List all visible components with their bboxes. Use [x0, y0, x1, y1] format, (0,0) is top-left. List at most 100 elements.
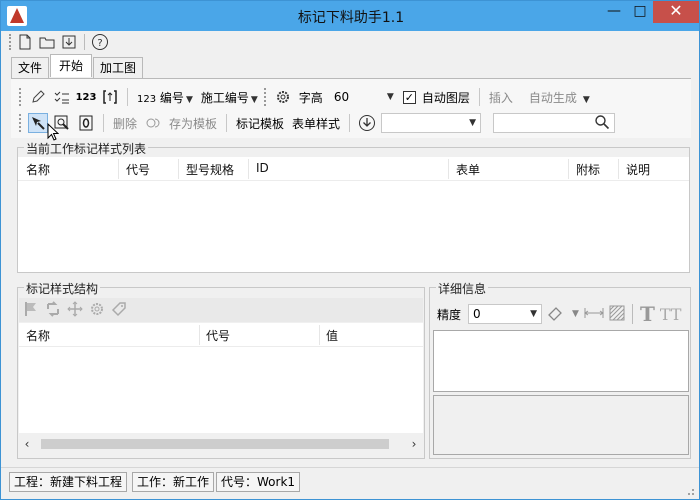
column-header-code[interactable]: 代号 — [206, 327, 230, 344]
move-icon[interactable] — [67, 300, 83, 320]
chevron-down-icon[interactable]: ▼ — [572, 309, 579, 319]
template-select[interactable]: ▼ — [381, 113, 482, 133]
ribbon-row-1: 123 123 编号 ▼ 施工编号 ▼ 字高 60 ▼ ✓ 自动图层 插入 自动生成… — [19, 85, 592, 109]
close-button[interactable]: ✕ — [653, 1, 699, 23]
scroll-right-icon[interactable]: › — [406, 435, 422, 453]
detail-text-area[interactable] — [433, 330, 689, 392]
tab-processing-drawing[interactable]: 加工图 — [93, 57, 144, 78]
number-button[interactable]: 123 编号 ▼ — [135, 89, 195, 106]
column-header-id[interactable]: ID — [256, 161, 269, 175]
column-header-name[interactable]: 名称 — [26, 161, 50, 178]
toolbar-grip[interactable] — [263, 88, 267, 106]
bracket-number-icon[interactable] — [100, 87, 120, 107]
toolbar-grip[interactable] — [19, 114, 22, 132]
text-size-icon[interactable]: TT — [660, 305, 682, 324]
main-window: 标记下料助手1.1 — □ ✕ ? 文件 开始 加工图 123 123 编号 ▼… — [0, 0, 700, 500]
tab-start[interactable]: 开始 — [50, 54, 93, 77]
gear-icon[interactable] — [273, 87, 293, 107]
zero-frame-icon[interactable] — [76, 113, 96, 133]
mark-template-button[interactable]: 标记模板 — [234, 115, 286, 132]
chevron-down-icon: ▼ — [582, 94, 590, 105]
pick-tool-icon[interactable] — [28, 113, 48, 133]
column-divider[interactable] — [199, 325, 200, 345]
column-divider[interactable] — [178, 159, 179, 179]
font-height-select[interactable]: 60 ▼ — [329, 87, 399, 107]
form-style-button[interactable]: 表单样式 — [290, 115, 342, 132]
new-file-icon[interactable] — [16, 33, 34, 51]
number-label: 编号 — [159, 90, 184, 105]
style-list-title: 当前工作标记样式列表 — [24, 140, 149, 157]
scrollbar-thumb[interactable] — [41, 439, 389, 449]
column-divider[interactable] — [319, 325, 320, 345]
toggle-icon[interactable] — [143, 113, 163, 133]
structure-toolbar — [19, 298, 423, 322]
detail-title: 详细信息 — [436, 280, 489, 297]
column-header-value[interactable]: 值 — [326, 327, 338, 344]
insert-button[interactable]: 插入 — [487, 89, 515, 106]
text-icon[interactable]: T — [640, 302, 655, 326]
construction-number-button[interactable]: 施工编号 ▼ — [199, 89, 260, 106]
delete-button[interactable]: 删除 — [111, 115, 139, 132]
column-header-description[interactable]: 说明 — [626, 161, 650, 178]
column-header-name[interactable]: 名称 — [26, 327, 50, 344]
refresh-icon[interactable] — [45, 300, 61, 320]
column-divider[interactable] — [248, 159, 249, 179]
column-divider[interactable] — [448, 159, 449, 179]
auto-layer-checkbox[interactable]: ✓ — [402, 90, 416, 104]
style-list-table[interactable]: 名称 代号 型号规格 ID 表单 附标 说明 — [18, 157, 689, 272]
toolbar-separator — [631, 304, 633, 324]
status-bar: 工程：新建下料工程 工作：新工作 代号：Work1 — [1, 467, 699, 499]
numbering-icon[interactable]: 123 — [76, 87, 97, 107]
toolbar-grip[interactable] — [19, 88, 22, 106]
status-project: 工程：新建下料工程 — [9, 472, 128, 492]
detail-preview-area — [433, 395, 689, 455]
column-divider[interactable] — [618, 159, 619, 179]
column-header-code[interactable]: 代号 — [126, 161, 150, 178]
checklist-icon[interactable] — [52, 87, 72, 107]
status-code: 代号：Work1 — [216, 472, 301, 492]
eraser-icon[interactable] — [547, 305, 565, 324]
search-icon[interactable] — [594, 114, 610, 133]
minimize-button[interactable]: — — [601, 1, 627, 23]
ribbon-tabs: 文件 开始 加工图 — [11, 54, 144, 79]
precision-select[interactable]: 0 ▼ — [468, 304, 543, 324]
search-box[interactable] — [493, 113, 616, 133]
save-as-template-button[interactable]: 存为模板 — [167, 115, 219, 132]
settings-icon[interactable] — [89, 301, 105, 320]
resize-grip-icon[interactable] — [685, 485, 695, 495]
chevron-down-icon: ▼ — [185, 94, 193, 105]
column-header-attachment[interactable]: 附标 — [576, 161, 600, 178]
tab-file[interactable]: 文件 — [11, 57, 50, 78]
tag-icon[interactable] — [111, 301, 127, 320]
toolbar-separator — [103, 114, 104, 132]
download-circle-icon[interactable] — [357, 113, 377, 133]
column-divider[interactable] — [118, 159, 119, 179]
structure-table[interactable]: 名称 代号 值 — [19, 323, 423, 433]
auto-generate-button[interactable]: 自动生成 ▼ — [527, 89, 592, 106]
chevron-down-icon: ▼ — [386, 92, 394, 102]
horizontal-scrollbar[interactable]: ‹ › — [19, 435, 422, 453]
style-list-header: 名称 代号 型号规格 ID 表单 附标 说明 — [18, 157, 689, 181]
open-folder-icon[interactable] — [38, 33, 56, 51]
flag-icon[interactable] — [23, 301, 39, 320]
font-height-label: 字高 — [298, 90, 323, 105]
column-header-model-spec[interactable]: 型号规格 — [186, 161, 234, 178]
hatch-icon[interactable] — [609, 305, 625, 324]
column-divider[interactable] — [568, 159, 569, 179]
scroll-left-icon[interactable]: ‹ — [19, 435, 35, 453]
toolbar-grip[interactable] — [9, 34, 12, 50]
auto-generate-label: 自动生成 — [528, 90, 577, 105]
ribbon-panel: 123 123 编号 ▼ 施工编号 ▼ 字高 60 ▼ ✓ 自动图层 插入 自动生成… — [11, 78, 691, 138]
column-header-form[interactable]: 表单 — [456, 161, 480, 178]
dimension-icon[interactable] — [584, 305, 604, 324]
save-icon[interactable] — [60, 33, 78, 51]
auto-layer-label: 自动图层 — [421, 90, 470, 105]
maximize-button[interactable]: □ — [627, 1, 653, 23]
toolbar-separator — [127, 88, 128, 106]
precision-value: 0 — [473, 307, 481, 321]
pencil-icon[interactable] — [28, 87, 48, 107]
mouse-cursor-icon — [47, 122, 60, 141]
ribbon-row-2: 删除 存为模板 标记模板 表单样式 ▼ — [19, 111, 616, 135]
help-icon[interactable]: ? — [91, 33, 109, 51]
title-bar[interactable]: 标记下料助手1.1 — □ ✕ — [1, 1, 699, 31]
